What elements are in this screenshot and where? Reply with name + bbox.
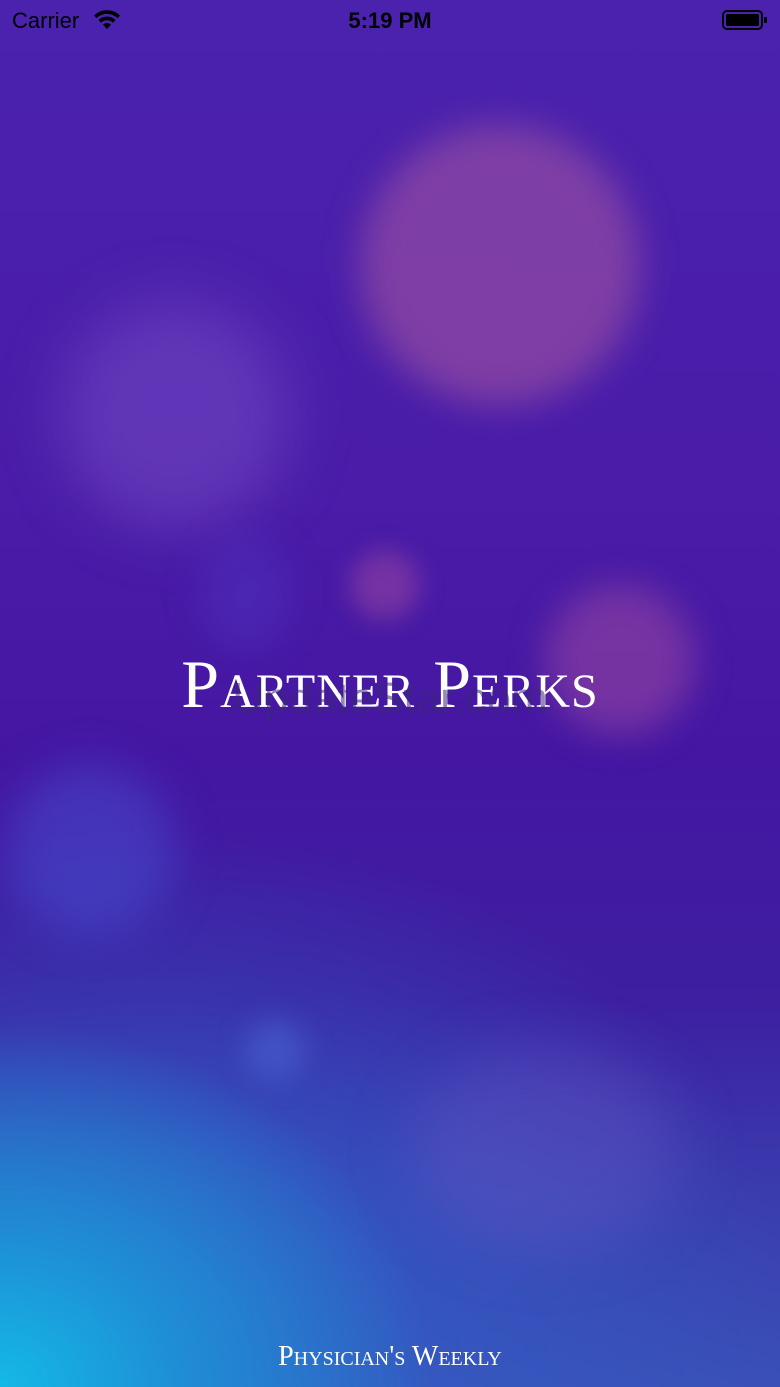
bokeh-light — [60, 300, 290, 530]
bokeh-light — [350, 550, 420, 620]
watermark: UpdateStar.com — [232, 674, 548, 723]
battery-icon — [722, 10, 767, 30]
bokeh-light — [360, 125, 640, 405]
clock: 5:19 PM — [348, 8, 432, 33]
status-bar: Carrier 5:19 PM — [0, 0, 780, 40]
bokeh-light — [5, 765, 175, 935]
brand-logo: Physician's Weekly — [278, 1341, 502, 1372]
bokeh-light — [410, 1050, 680, 1250]
bokeh-light — [245, 1020, 305, 1080]
bokeh-light — [200, 540, 290, 650]
